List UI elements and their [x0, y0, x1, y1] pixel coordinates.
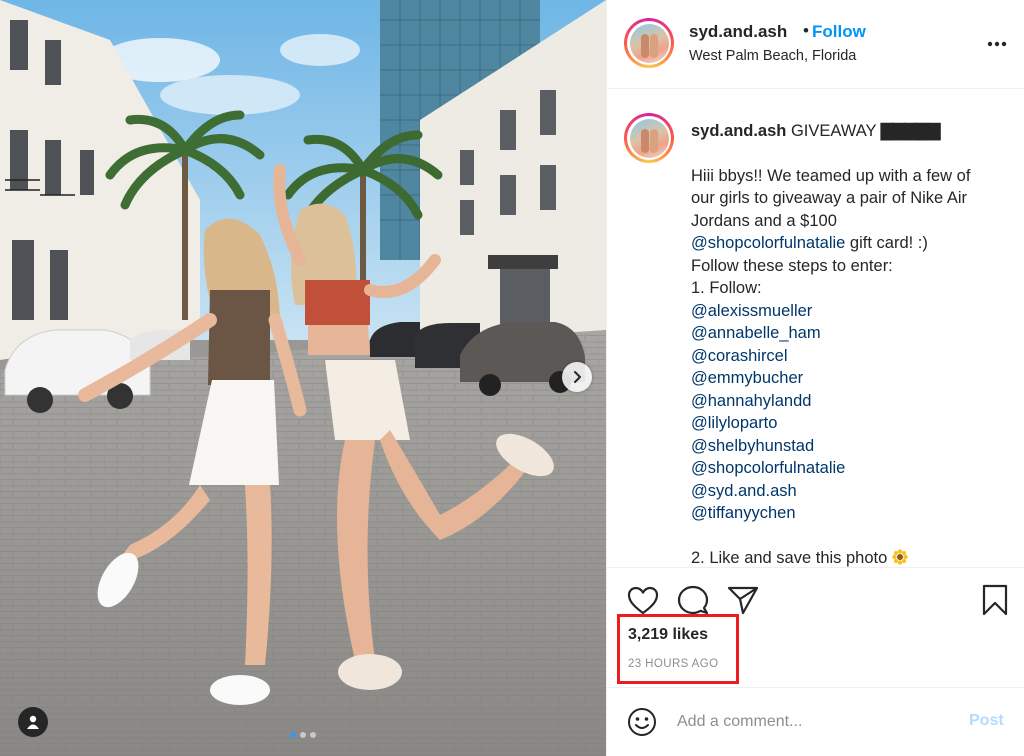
- mention-link[interactable]: @lilyloparto: [691, 412, 1011, 435]
- emoji-icon[interactable]: [627, 707, 657, 742]
- separator-bullet: •: [803, 21, 809, 40]
- post-photo[interactable]: [0, 0, 606, 756]
- carousel-dots: [290, 732, 316, 738]
- caption-line-tail: gift card! :): [845, 234, 928, 252]
- caption-line: 2. Like and save this photo: [691, 547, 1011, 568]
- caption-line: @shopcolorfulnatalie gift card! :): [691, 232, 1011, 255]
- caption-avatar[interactable]: [624, 113, 674, 163]
- post-comment-button[interactable]: Post: [969, 712, 1004, 730]
- location-link[interactable]: West Palm Beach, Florida: [689, 48, 856, 64]
- mention-link[interactable]: @corashircel: [691, 345, 1011, 368]
- post-actions: 3,219 likes 23 HOURS AGO: [607, 567, 1024, 687]
- avatar[interactable]: [624, 18, 674, 68]
- carousel-dot: [310, 732, 316, 738]
- mention-link[interactable]: @shelbyhunstad: [691, 435, 1011, 458]
- user-tag-icon[interactable]: [18, 707, 48, 737]
- caption-line: Jordans and a $100: [691, 211, 837, 230]
- caption-title-blocks: ▇▇▇▇▇: [880, 122, 940, 140]
- caption-line: 1. Follow:: [691, 279, 762, 297]
- caption-text: syd.and.ash GIVEAWAY ▇▇▇▇▇ Hiii bbys!! W…: [691, 120, 1011, 567]
- more-options-icon[interactable]: [987, 34, 1007, 52]
- caption-title-word: GIVEAWAY: [790, 122, 877, 140]
- mention-link[interactable]: @shopcolorfulnatalie: [691, 457, 1011, 480]
- carousel-dot: [300, 732, 306, 738]
- avatar-image: [629, 118, 669, 158]
- mention-link[interactable]: @hannahylandd: [691, 390, 1011, 413]
- carousel-dot: [290, 732, 296, 738]
- highlight-box: [617, 614, 739, 684]
- avatar-image: [629, 23, 669, 63]
- mention-link[interactable]: @annabelle_ham: [691, 322, 1011, 345]
- mention-link[interactable]: @alexissmueller: [691, 300, 1011, 323]
- sunflower-icon: [892, 548, 908, 565]
- photo-scene: [0, 0, 606, 756]
- comment-input[interactable]: [677, 708, 947, 736]
- mention-link[interactable]: @syd.and.ash: [691, 480, 1011, 503]
- caption-area: syd.and.ash GIVEAWAY ▇▇▇▇▇ Hiii bbys!! W…: [607, 90, 1024, 567]
- caption-line: Hiii bbys!! We teamed up with a few of: [691, 166, 971, 185]
- post-side-panel: syd.and.ash • Follow West Palm Beach, Fl…: [606, 0, 1024, 756]
- header-username[interactable]: syd.and.ash: [689, 22, 787, 42]
- comment-bar: Post: [607, 687, 1024, 756]
- bookmark-icon[interactable]: [981, 584, 1009, 621]
- follow-button[interactable]: Follow: [812, 22, 866, 42]
- mention-link[interactable]: @emmybucher: [691, 367, 1011, 390]
- next-arrow-icon[interactable]: [562, 362, 592, 392]
- caption-line: Follow these steps to enter:: [691, 256, 893, 275]
- mention-link[interactable]: @tiffanyychen: [691, 502, 1011, 525]
- post-header: syd.and.ash • Follow West Palm Beach, Fl…: [607, 0, 1024, 89]
- caption-username[interactable]: syd.and.ash: [691, 122, 786, 140]
- mention-link[interactable]: @shopcolorfulnatalie: [691, 234, 845, 252]
- caption-line: our girls to giveaway a pair of Nike Air: [691, 189, 968, 207]
- caption-title: syd.and.ash GIVEAWAY ▇▇▇▇▇: [691, 120, 1011, 143]
